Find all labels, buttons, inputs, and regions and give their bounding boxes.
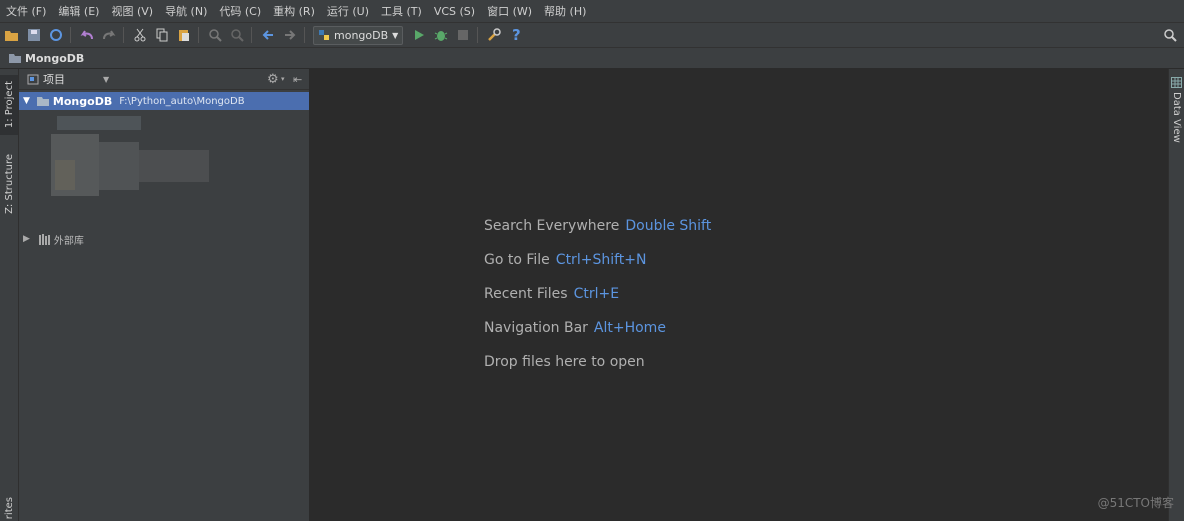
folder-icon [8, 52, 22, 64]
toolbar-separator [251, 27, 252, 43]
navigation-bar: MongoDB [0, 48, 1184, 69]
chevron-down-icon[interactable]: ▼ [103, 75, 109, 84]
save-icon[interactable] [24, 25, 44, 45]
hint-label: Drop files here to open [484, 354, 645, 370]
replace-icon[interactable] [227, 25, 247, 45]
settings-wrench-icon[interactable] [484, 25, 504, 45]
hint-shortcut: Alt+Home [593, 320, 666, 336]
project-view-selector[interactable]: 项目 [43, 71, 65, 87]
python-icon [319, 30, 329, 40]
tree-root-mongodb[interactable]: ▼ MongoDB F:\Python_auto\MongoDB [19, 92, 309, 110]
blurred-file-list [19, 110, 309, 200]
project-panel-header: 项目 ▼ ⚙ ▾ ⇤ [19, 69, 309, 90]
menu-help[interactable]: 帮助 (H) [538, 3, 592, 19]
tree-root-name: MongoDB [52, 94, 113, 108]
watermark: @51CTO博客 [1097, 496, 1174, 510]
menu-bar: 文件 (F) 编辑 (E) 视图 (V) 导航 (N) 代码 (C) 重构 (R… [0, 0, 1184, 23]
tab-data-view[interactable]: Data View [1169, 77, 1184, 143]
search-icon[interactable] [1160, 25, 1180, 45]
gear-icon[interactable]: ⚙ [267, 72, 279, 87]
run-config-selector[interactable]: mongoDB ▼ [313, 25, 404, 45]
folder-icon [36, 95, 50, 107]
help-icon[interactable]: ? [506, 25, 526, 45]
menu-tools[interactable]: 工具 (T) [375, 3, 428, 19]
tab-structure[interactable]: Z: Structure [0, 149, 18, 219]
menu-window[interactable]: 窗口 (W) [481, 3, 538, 19]
toolbar-separator [70, 27, 71, 43]
table-icon [1171, 77, 1182, 88]
find-icon[interactable] [205, 25, 225, 45]
hint-label: Search Everywhere [484, 218, 620, 234]
copy-icon[interactable] [152, 25, 172, 45]
forward-icon[interactable] [280, 25, 300, 45]
expand-arrow-icon[interactable]: ▶ [23, 234, 30, 244]
external-libraries-label: 外部库 [53, 235, 84, 247]
undo-icon[interactable] [77, 25, 97, 45]
library-icon [38, 233, 52, 245]
editor-area[interactable]: Search Everywhere Double Shift Go to File… [310, 69, 1168, 521]
toolbar-separator [477, 27, 479, 43]
hint-drop-files: Drop files here to open [484, 354, 645, 370]
chevron-down-icon: ▼ [392, 30, 399, 40]
menu-run[interactable]: 运行 (U) [321, 3, 375, 19]
run-config-label: mongoDB [334, 28, 389, 42]
open-icon[interactable] [2, 25, 22, 45]
project-view-icon [27, 73, 39, 85]
tab-favorites-label: rites [3, 496, 15, 520]
expand-arrow-icon[interactable]: ▼ [23, 96, 30, 106]
hint-shortcut: Ctrl+Shift+N [555, 252, 647, 268]
hint-label: Go to File [484, 252, 550, 268]
menu-edit[interactable]: 编辑 (E) [52, 3, 105, 19]
breadcrumb[interactable]: MongoDB [25, 52, 84, 65]
menu-code[interactable]: 代码 (C) [213, 3, 267, 19]
sync-icon[interactable] [46, 25, 66, 45]
main-toolbar: mongoDB ▼ ? [0, 23, 1184, 48]
redo-icon[interactable] [99, 25, 119, 45]
right-tool-strip: Data View [1168, 69, 1184, 521]
menu-file[interactable]: 文件 (F) [0, 3, 52, 19]
toolbar-separator [123, 27, 124, 43]
menu-navigate[interactable]: 导航 (N) [159, 3, 213, 19]
left-tool-strip: 1: Project Z: Structure rites [0, 69, 19, 521]
hint-recent-files: Recent Files Ctrl+E [484, 286, 619, 302]
cut-icon[interactable] [130, 25, 150, 45]
menu-vcs[interactable]: VCS (S) [428, 5, 481, 18]
tree-external-libraries[interactable]: ▶ 外部库 [19, 230, 309, 248]
chevron-down-icon[interactable]: ▾ [281, 75, 285, 83]
toolbar-separator [198, 27, 199, 43]
collapse-panel-icon[interactable]: ⇤ [293, 73, 302, 86]
tab-project-label: 1: Project [3, 81, 15, 129]
project-panel: 项目 ▼ ⚙ ▾ ⇤ ▼ MongoDB F:\Python_auto\Mong… [19, 69, 310, 521]
tree-root-path: F:\Python_auto\MongoDB [119, 95, 245, 107]
hint-search-everywhere: Search Everywhere Double Shift [484, 218, 711, 234]
debug-icon[interactable] [431, 25, 451, 45]
menu-refactor[interactable]: 重构 (R) [267, 3, 321, 19]
back-icon[interactable] [258, 25, 278, 45]
hint-go-to-file: Go to File Ctrl+Shift+N [484, 252, 646, 268]
hint-label: Navigation Bar [484, 320, 588, 336]
menu-view[interactable]: 视图 (V) [105, 3, 159, 19]
hint-shortcut: Double Shift [625, 218, 712, 234]
tab-structure-label: Z: Structure [3, 154, 15, 214]
tab-data-view-label: Data View [1171, 92, 1182, 143]
stop-icon[interactable] [453, 25, 473, 45]
paste-icon[interactable] [174, 25, 194, 45]
tab-favorites[interactable]: rites [0, 497, 18, 519]
hint-navigation-bar: Navigation Bar Alt+Home [484, 320, 666, 336]
hint-label: Recent Files [484, 286, 568, 302]
tab-project[interactable]: 1: Project [0, 75, 18, 135]
run-icon[interactable] [409, 25, 429, 45]
toolbar-separator [304, 27, 305, 43]
hint-shortcut: Ctrl+E [573, 286, 620, 302]
